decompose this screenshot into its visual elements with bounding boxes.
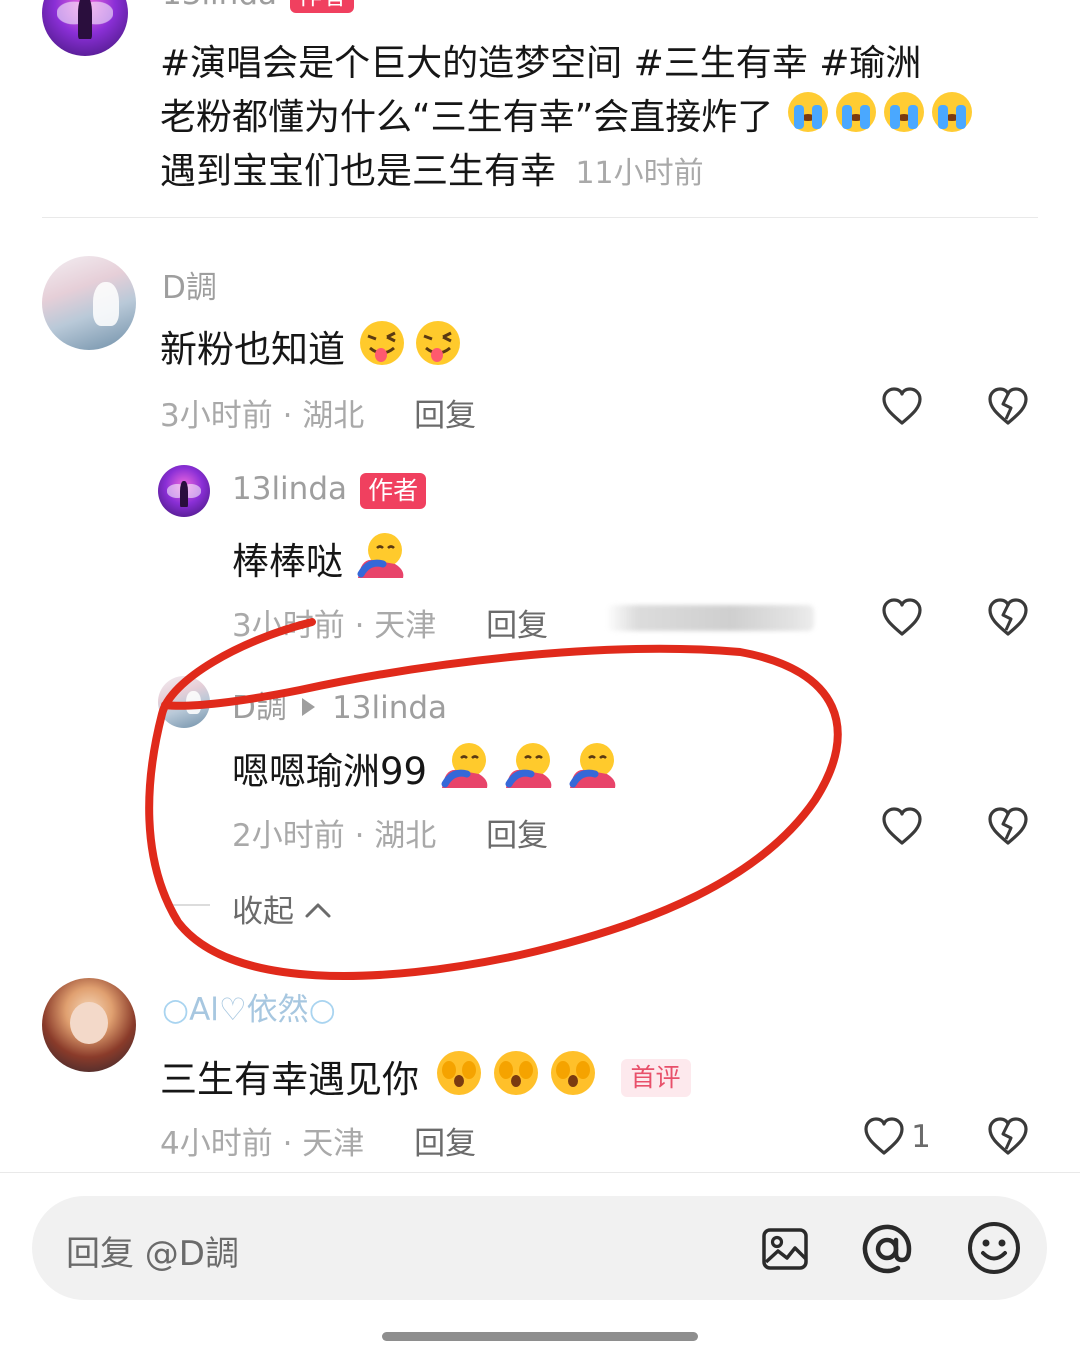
red-annotation-circle (145, 618, 842, 980)
